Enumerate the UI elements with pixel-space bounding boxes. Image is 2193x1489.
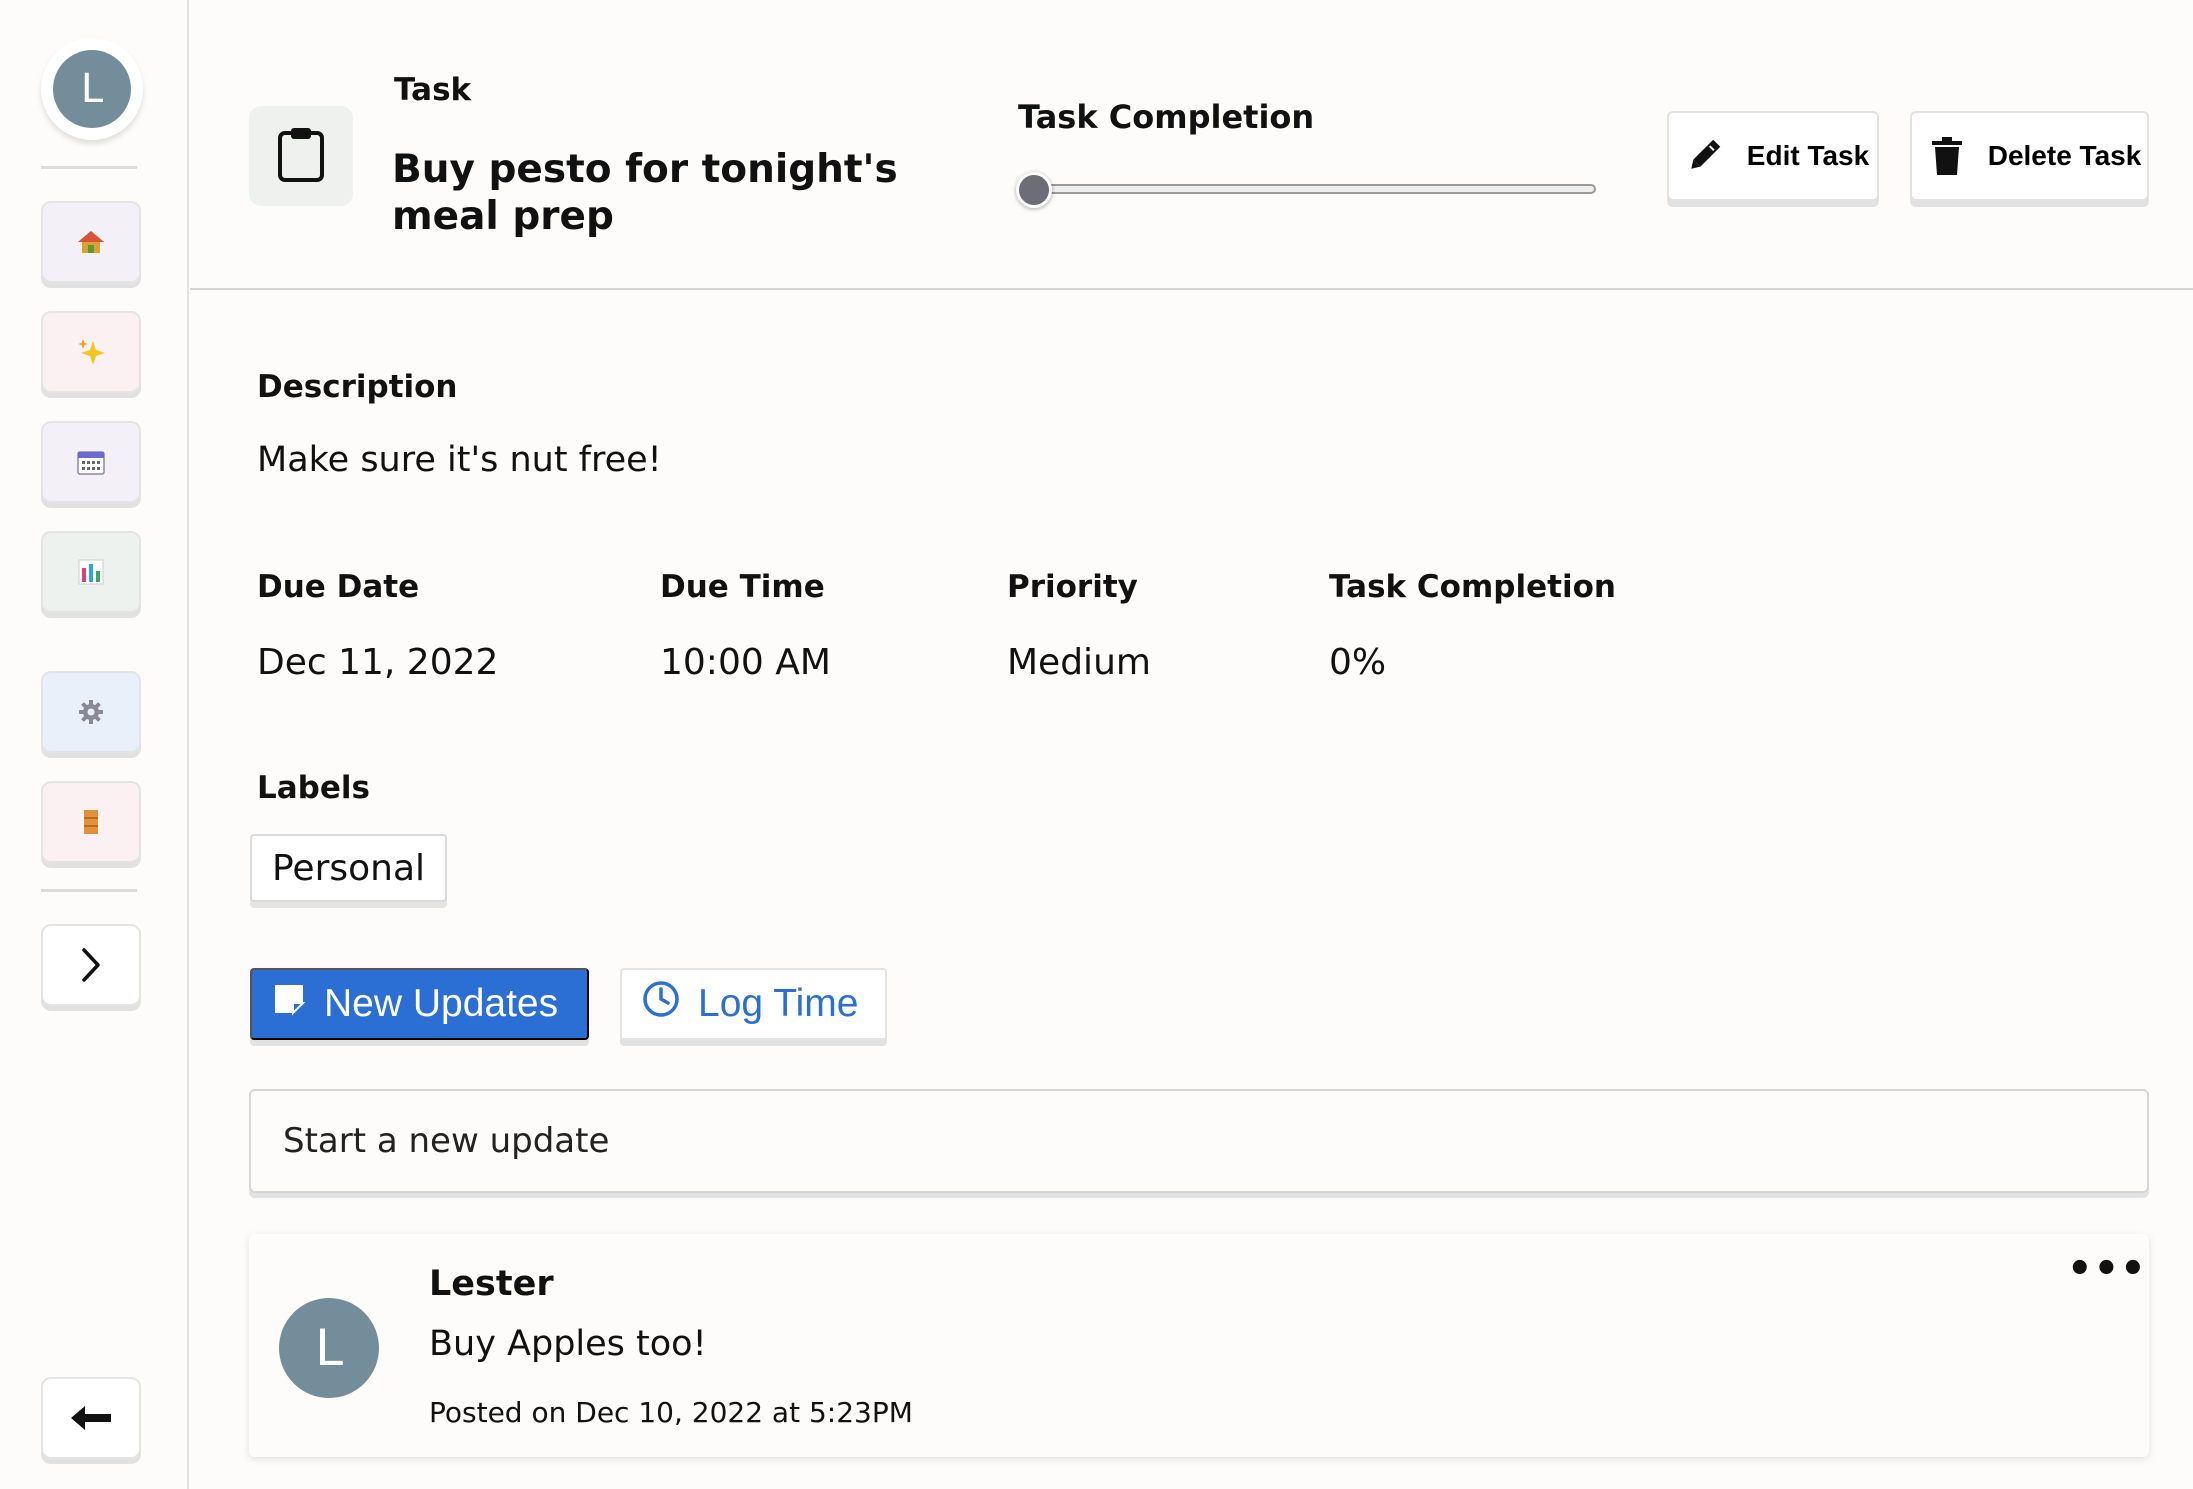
due-date-label: Due Date [257,569,420,605]
task-completion-slider-track[interactable] [1024,184,1596,194]
sidebar-item-settings[interactable] [41,671,141,753]
labels-heading: Labels [257,770,370,806]
sparkles-icon [76,337,106,367]
update-author-avatar: L [279,1298,379,1398]
task-icon-box [249,106,353,206]
sidebar-item-home[interactable] [41,201,141,283]
delete-task-button[interactable]: Delete Task [1910,111,2149,201]
edit-task-button[interactable]: Edit Task [1667,111,1879,201]
task-completion-slider-thumb[interactable] [1016,172,1052,208]
task-header: Task Buy pesto for tonight's meal prep T… [190,0,2193,290]
gear-icon [77,698,105,726]
user-avatar[interactable]: L [41,38,143,140]
delete-task-label: Delete Task [1987,140,2142,171]
back-button[interactable] [41,1377,141,1459]
pencil-icon [1669,136,1739,176]
update-card: L Lester Buy Apples too! Posted on Dec 1… [249,1234,2149,1457]
description-label: Description [257,369,458,405]
sidebar-item-sparkles[interactable] [41,311,141,393]
clipboard-icon [277,125,325,187]
log-time-tab[interactable]: Log Time [620,968,887,1040]
new-update-input[interactable]: Start a new update [249,1089,2149,1193]
new-updates-label: New Updates [324,982,559,1025]
priority-label: Priority [1007,569,1138,605]
sidebar-divider [41,889,137,892]
description-text: Make sure it's nut free! [257,440,662,480]
arrow-left-icon [71,1406,111,1430]
task-completion-field-label: Task Completion [1329,569,1616,605]
update-author-name: Lester [429,1264,554,1304]
task-kicker: Task [394,72,472,108]
task-title: Buy pesto for tonight's meal prep [392,147,898,239]
update-timestamp: Posted on Dec 10, 2022 at 5:23PM [429,1396,913,1429]
due-time-value: 10:00 AM [660,642,831,683]
sidebar-divider [41,166,137,169]
edit-task-label: Edit Task [1746,140,1870,171]
new-updates-tab[interactable]: New Updates [250,968,589,1040]
chevron-right-icon [80,947,102,983]
bar-chart-icon [77,558,105,586]
clock-icon [642,980,698,1028]
due-time-label: Due Time [660,569,825,605]
sidebar-expand-button[interactable] [41,924,141,1006]
sidebar-item-calendar[interactable] [41,421,141,503]
update-more-menu-icon[interactable]: ••• [2067,1249,2147,1289]
user-avatar-initial: L [53,50,131,128]
task-completion-value: 0% [1329,642,1387,683]
priority-value: Medium [1007,642,1151,683]
update-body: Buy Apples too! [429,1324,707,1364]
house-icon [76,229,106,255]
sidebar: L [0,0,189,1489]
note-icon [272,982,324,1026]
label-chip-personal[interactable]: Personal [250,834,448,902]
sidebar-item-notes[interactable] [41,781,141,863]
calendar-icon [77,449,105,475]
task-completion-label: Task Completion [1018,98,1315,136]
sidebar-item-stats[interactable] [41,531,141,613]
due-date-value: Dec 11, 2022 [257,642,499,683]
trash-icon [1912,136,1982,176]
notebook-icon [82,808,100,836]
log-time-label: Log Time [698,982,859,1025]
